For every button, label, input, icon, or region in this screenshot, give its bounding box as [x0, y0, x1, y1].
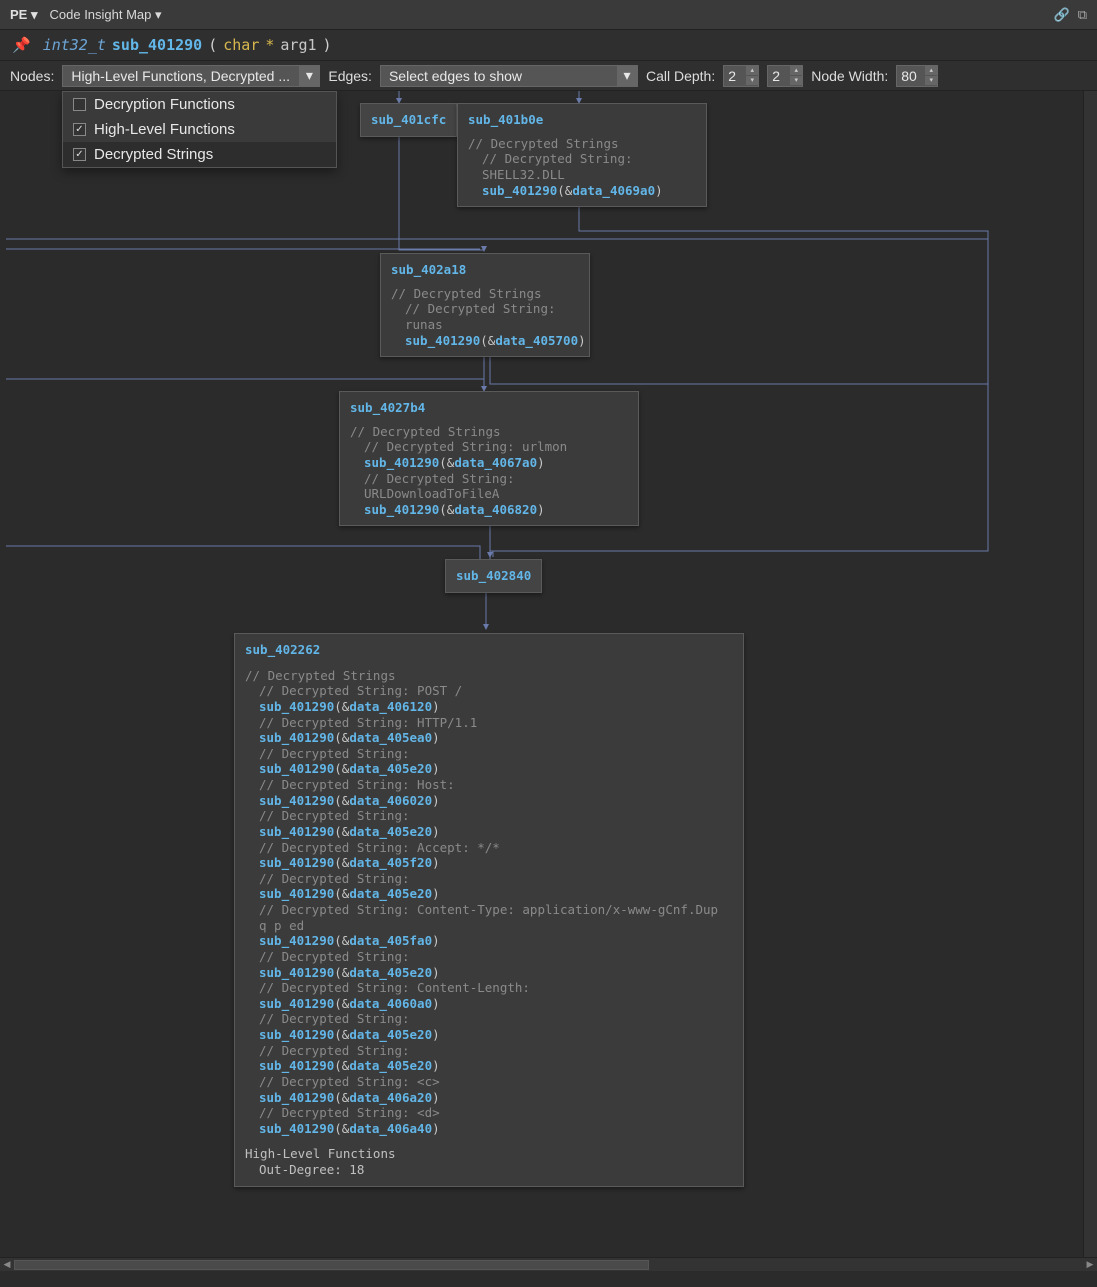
tab-menu[interactable]: Code Insight Map ▾ — [50, 7, 162, 23]
code-comment: // Decrypted String: Content-Length: — [259, 980, 733, 996]
code-call: sub_401290(&data_406a40) — [259, 1121, 733, 1137]
code-comment: // Decrypted String: <c> — [259, 1074, 733, 1090]
code-comment: // Decrypted String: POST / — [259, 683, 733, 699]
code-comment: // Decrypted String: Accept: */* — [259, 840, 733, 856]
node-sub-401cfc[interactable]: sub_401cfc — [360, 103, 457, 137]
calldepth-right-input[interactable]: 2▴▾ — [767, 65, 803, 87]
nodes-select[interactable]: High-Level Functions, Decrypted ... ▾ — [62, 65, 320, 87]
node-sub-402840[interactable]: sub_402840 — [445, 559, 542, 593]
node-sub-4027b4[interactable]: sub_4027b4 // Decrypted Strings // Decry… — [339, 391, 639, 526]
code-call: sub_401290(&data_405e20) — [259, 965, 733, 981]
checkbox-icon[interactable]: ✓ — [73, 123, 86, 136]
code-comment: // Decrypted String: Content-Type: appli… — [259, 902, 733, 933]
code-comment: // Decrypted String: Host: — [259, 777, 733, 793]
scrollbar-horizontal[interactable]: ◀ ▶ — [0, 1257, 1097, 1271]
code-call: sub_401290(&data_405e20) — [259, 761, 733, 777]
return-type: int32_t — [43, 36, 106, 54]
code-call: sub_401290(&data_406120) — [259, 699, 733, 715]
calldepth-left-input[interactable]: 2▴▾ — [723, 65, 759, 87]
code-comment: // Decrypted String: — [259, 1011, 733, 1027]
param-name: arg1 — [280, 36, 316, 54]
checkbox-icon[interactable] — [73, 98, 86, 111]
code-call: sub_401290(&data_405fa0) — [259, 933, 733, 949]
code-call: sub_401290(&data_405e20) — [259, 1027, 733, 1043]
chevron-down-icon: ▾ — [299, 66, 319, 86]
node-sub-402262[interactable]: sub_402262 // Decrypted Strings // Decry… — [234, 633, 744, 1187]
code-call: sub_401290(&data_4060a0) — [259, 996, 733, 1012]
dropdown-item-decryption[interactable]: Decryption Functions — [63, 92, 336, 117]
checkbox-icon[interactable]: ✓ — [73, 148, 86, 161]
function-signature: 📌 int32_t sub_401290(char* arg1) — [0, 30, 1097, 61]
code-call: sub_401290(&data_406a20) — [259, 1090, 733, 1106]
code-comment: // Decrypted String: — [259, 949, 733, 965]
nodes-label: Nodes: — [10, 68, 54, 84]
pin-icon[interactable]: 📌 — [12, 36, 31, 54]
scrollbar-vertical[interactable] — [1083, 91, 1097, 1257]
code-comment: // Decrypted String: — [259, 871, 733, 887]
nodewidth-label: Node Width: — [811, 68, 888, 84]
nodewidth-input[interactable]: 80▴▾ — [896, 65, 938, 87]
code-comment: // Decrypted String: — [259, 1043, 733, 1059]
calldepth-label: Call Depth: — [646, 68, 715, 84]
dropdown-item-decrypted[interactable]: ✓ Decrypted Strings — [63, 142, 336, 167]
code-comment: // Decrypted String: — [259, 808, 733, 824]
chevron-down-icon: ▾ — [155, 7, 162, 22]
toolbar: Nodes: High-Level Functions, Decrypted .… — [0, 61, 1097, 91]
scroll-right-icon[interactable]: ▶ — [1083, 1258, 1097, 1272]
scroll-thumb[interactable] — [14, 1260, 649, 1270]
graph-canvas[interactable]: Decryption Functions ✓ High-Level Functi… — [0, 91, 1097, 1271]
link-icon[interactable]: 🔗 — [1054, 7, 1070, 23]
node-sub-401b0e[interactable]: sub_401b0e // Decrypted Strings // Decry… — [457, 103, 707, 207]
scroll-left-icon[interactable]: ◀ — [0, 1258, 14, 1272]
code-comment: // Decrypted String: HTTP/1.1 — [259, 715, 733, 731]
code-comment: // Decrypted String: — [259, 746, 733, 762]
code-call: sub_401290(&data_405e20) — [259, 886, 733, 902]
node-sub-402a18[interactable]: sub_402a18 // Decrypted Strings // Decry… — [380, 253, 590, 357]
function-name: sub_401290 — [112, 36, 202, 54]
code-call: sub_401290(&data_406020) — [259, 793, 733, 809]
window-icon[interactable]: ⧉ — [1078, 7, 1087, 23]
dropdown-item-highlevel[interactable]: ✓ High-Level Functions — [63, 117, 336, 142]
code-call: sub_401290(&data_405ea0) — [259, 730, 733, 746]
code-call: sub_401290(&data_405e20) — [259, 1058, 733, 1074]
titlebar: PE ▾ Code Insight Map ▾ 🔗 ⧉ — [0, 0, 1097, 30]
nodes-dropdown[interactable]: Decryption Functions ✓ High-Level Functi… — [62, 91, 337, 168]
code-call: sub_401290(&data_405e20) — [259, 824, 733, 840]
edges-label: Edges: — [328, 68, 372, 84]
param-type: char — [223, 36, 259, 54]
code-comment: // Decrypted String: <d> — [259, 1105, 733, 1121]
edges-select[interactable]: Select edges to show ▾ — [380, 65, 638, 87]
code-call: sub_401290(&data_405f20) — [259, 855, 733, 871]
pe-menu[interactable]: PE ▾ — [10, 7, 38, 23]
chevron-down-icon: ▾ — [617, 66, 637, 86]
chevron-down-icon: ▾ — [31, 7, 38, 22]
